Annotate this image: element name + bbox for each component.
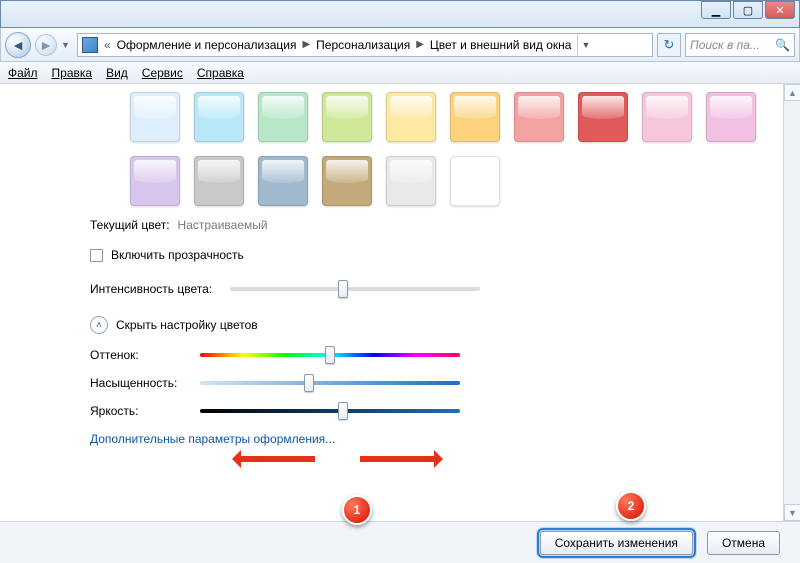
current-color-value: Настраиваемый: [178, 218, 268, 232]
hue-thumb[interactable]: [325, 346, 335, 364]
chevron-right-icon: ▶: [416, 39, 424, 50]
chevron-right-icon: ▶: [302, 39, 310, 50]
mixer-toggle-row: ˄ Скрыть настройку цветов: [90, 316, 800, 334]
save-button-label: Сохранить изменения: [555, 536, 678, 550]
menu-edit[interactable]: Правка: [52, 66, 93, 80]
collapse-mixer-button[interactable]: ˄: [90, 316, 108, 334]
annotation-badge-2: 2: [616, 491, 646, 521]
color-swatch-7[interactable]: [578, 92, 628, 142]
scrollbar[interactable]: ▲ ▼: [783, 84, 800, 521]
color-swatch-4[interactable]: [386, 92, 436, 142]
color-mixer: Оттенок: Насыщенность: Яркость:: [90, 348, 800, 418]
cancel-button[interactable]: Отмена: [707, 531, 780, 555]
color-swatch-10[interactable]: [130, 156, 180, 206]
back-button[interactable]: ◄: [5, 32, 31, 58]
color-swatch-14[interactable]: [386, 156, 436, 206]
color-swatch-15[interactable]: [450, 156, 500, 206]
annotation-arrow-right: [360, 456, 440, 462]
navigation-bar: ◄ ► ▼ « Оформление и персонализация ▶ Пе…: [0, 28, 800, 62]
window-titlebar: ▁ ▢ ✕: [0, 0, 800, 28]
mixer-toggle-label[interactable]: Скрыть настройку цветов: [116, 318, 258, 332]
saturation-slider[interactable]: [200, 381, 460, 385]
menu-view[interactable]: Вид: [106, 66, 128, 80]
transparency-label: Включить прозрачность: [111, 248, 244, 262]
close-button[interactable]: ✕: [765, 1, 795, 19]
window-buttons: ▁ ▢ ✕: [699, 1, 795, 19]
menu-file[interactable]: Файл: [8, 66, 38, 80]
refresh-button[interactable]: ↻: [657, 33, 681, 57]
advanced-appearance-link[interactable]: Дополнительные параметры оформления...: [90, 432, 335, 446]
saturation-thumb[interactable]: [304, 374, 314, 392]
minimize-button[interactable]: ▁: [701, 1, 731, 19]
saturation-row: Насыщенность:: [90, 376, 800, 390]
brightness-label: Яркость:: [90, 404, 200, 418]
current-color-label: Текущий цвет:: [90, 218, 170, 232]
advanced-link-row: Дополнительные параметры оформления...: [90, 432, 800, 446]
brightness-slider[interactable]: [200, 409, 460, 413]
forward-button[interactable]: ►: [35, 34, 57, 56]
brightness-thumb[interactable]: [338, 402, 348, 420]
control-panel-icon: [82, 37, 98, 53]
breadcrumb-3[interactable]: Цвет и внешний вид окна: [430, 38, 572, 52]
color-swatch-12[interactable]: [258, 156, 308, 206]
color-swatch-grid: [130, 92, 770, 206]
intensity-row: Интенсивность цвета:: [90, 282, 800, 296]
intensity-label: Интенсивность цвета:: [90, 282, 230, 296]
menu-tools[interactable]: Сервис: [142, 66, 183, 80]
button-bar: Сохранить изменения Отмена: [0, 521, 800, 563]
content-area: ▲ ▼ Текущий цвет: Настраиваемый Включить…: [0, 84, 800, 521]
search-input[interactable]: Поиск в па... 🔍: [685, 33, 795, 57]
color-swatch-8[interactable]: [642, 92, 692, 142]
hue-slider[interactable]: [200, 353, 460, 357]
color-swatch-1[interactable]: [194, 92, 244, 142]
brightness-row: Яркость:: [90, 404, 800, 418]
save-button[interactable]: Сохранить изменения: [540, 531, 693, 555]
current-color-row: Текущий цвет: Настраиваемый: [90, 218, 800, 232]
search-placeholder: Поиск в па...: [690, 38, 760, 52]
breadcrumb-1[interactable]: Оформление и персонализация: [117, 38, 297, 52]
color-swatch-6[interactable]: [514, 92, 564, 142]
scroll-down-button[interactable]: ▼: [784, 504, 800, 521]
color-swatch-0[interactable]: [130, 92, 180, 142]
transparency-row: Включить прозрачность: [90, 248, 800, 262]
address-bar[interactable]: « Оформление и персонализация ▶ Персонал…: [77, 33, 653, 57]
hue-row: Оттенок:: [90, 348, 800, 362]
annotation-badge-1: 1: [342, 495, 372, 525]
color-swatch-5[interactable]: [450, 92, 500, 142]
search-icon: 🔍: [775, 38, 790, 52]
cancel-button-label: Отмена: [722, 536, 765, 550]
maximize-button[interactable]: ▢: [733, 1, 763, 19]
color-swatch-9[interactable]: [706, 92, 756, 142]
color-swatch-3[interactable]: [322, 92, 372, 142]
annotation-arrow-left: [235, 456, 315, 462]
nav-history-dropdown[interactable]: ▼: [61, 40, 73, 50]
menu-bar: Файл Правка Вид Сервис Справка: [0, 62, 800, 84]
saturation-label: Насыщенность:: [90, 376, 200, 390]
color-swatch-13[interactable]: [322, 156, 372, 206]
hue-label: Оттенок:: [90, 348, 200, 362]
intensity-slider[interactable]: [230, 287, 480, 291]
breadcrumb-overflow[interactable]: «: [104, 38, 111, 52]
color-swatch-2[interactable]: [258, 92, 308, 142]
intensity-thumb[interactable]: [338, 280, 348, 298]
breadcrumb-2[interactable]: Персонализация: [316, 38, 410, 52]
color-swatch-11[interactable]: [194, 156, 244, 206]
menu-help[interactable]: Справка: [197, 66, 244, 80]
scroll-up-button[interactable]: ▲: [784, 84, 800, 101]
address-dropdown[interactable]: ▼: [577, 34, 593, 56]
transparency-checkbox[interactable]: [90, 249, 103, 262]
